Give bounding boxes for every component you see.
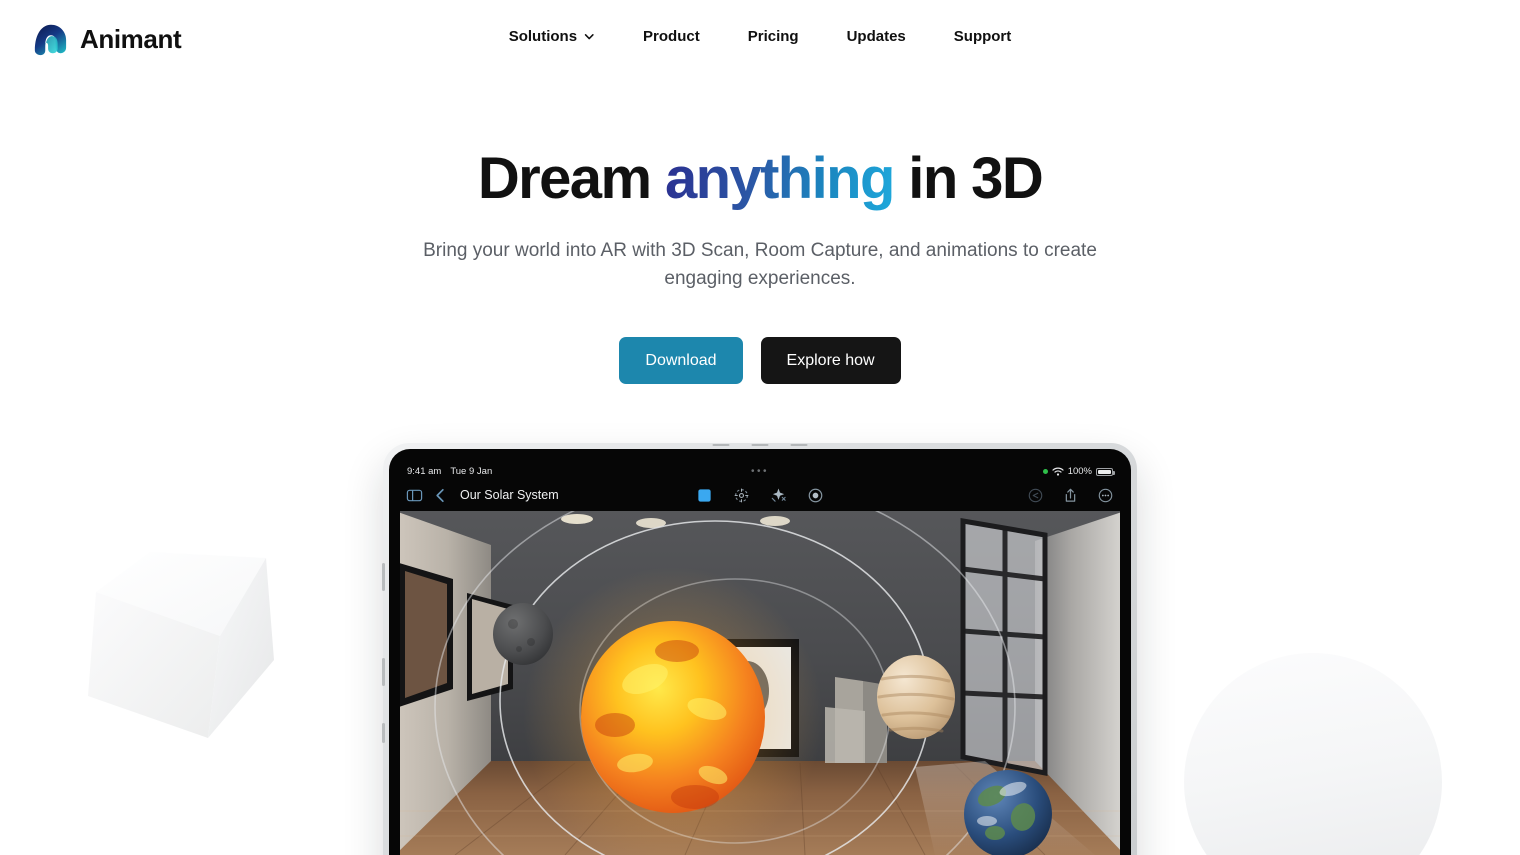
more-options-icon[interactable] bbox=[1097, 487, 1114, 504]
nav-item-support[interactable]: Support bbox=[952, 24, 1014, 49]
landing-page: Animant Solutions Product Pricing Update… bbox=[0, 0, 1520, 855]
record-capture-icon[interactable] bbox=[807, 487, 824, 504]
recording-indicator-icon bbox=[1042, 469, 1048, 474]
main-navigation: Solutions Product Pricing Updates Suppor… bbox=[507, 24, 1014, 49]
device-side-button bbox=[382, 723, 385, 743]
chevron-left-icon[interactable] bbox=[432, 487, 449, 504]
battery-percent: 100% bbox=[1067, 466, 1092, 477]
nav-item-updates[interactable]: Updates bbox=[845, 24, 908, 49]
battery-icon bbox=[1096, 467, 1115, 476]
tablet-device-mockup: 9:41 am Tue 9 Jan ••• 100% Our Solar Sys… bbox=[382, 443, 1137, 855]
ios-status-bar: 9:41 am Tue 9 Jan ••• 100% bbox=[400, 463, 1120, 480]
hero-subtitle: Bring your world into AR with 3D Scan, R… bbox=[423, 239, 1097, 289]
nav-label-product: Product bbox=[643, 28, 700, 45]
ar-scene-viewport[interactable] bbox=[400, 511, 1120, 855]
brand-logo[interactable]: Animant bbox=[30, 21, 182, 57]
headline-part-1: Dream bbox=[477, 146, 665, 211]
tablet-screen: 9:41 am Tue 9 Jan ••• 100% Our Solar Sys… bbox=[389, 449, 1131, 855]
transform-tool-icon[interactable] bbox=[770, 487, 787, 504]
orbit-gizmo-icon[interactable] bbox=[733, 487, 750, 504]
tablet-frame: 9:41 am Tue 9 Jan ••• 100% Our Solar Sys… bbox=[382, 443, 1137, 855]
site-header: Animant Solutions Product Pricing Update… bbox=[0, 0, 1520, 78]
nav-label-support: Support bbox=[953, 28, 1012, 45]
device-volume-button bbox=[382, 563, 385, 591]
nav-label-updates: Updates bbox=[846, 28, 906, 45]
nav-item-solutions[interactable]: Solutions bbox=[507, 24, 597, 49]
undo-history-icon[interactable] bbox=[1027, 487, 1044, 504]
animant-wave-logo-icon bbox=[34, 24, 67, 56]
app-toolbar: Our Solar System bbox=[400, 480, 1120, 510]
headline-part-2: in 3D bbox=[893, 146, 1043, 211]
nav-label-solutions: Solutions bbox=[508, 28, 578, 45]
ar-scene-render bbox=[400, 511, 1120, 855]
wifi-icon bbox=[1052, 467, 1064, 476]
speaker-grille bbox=[712, 444, 808, 446]
nav-label-pricing: Pricing bbox=[747, 28, 799, 45]
sidebar-toggle-icon[interactable] bbox=[406, 487, 423, 504]
headline-highlight: anything bbox=[664, 146, 895, 211]
nav-item-pricing[interactable]: Pricing bbox=[746, 24, 801, 49]
status-date: Tue 9 Jan bbox=[450, 466, 493, 477]
nav-item-product[interactable]: Product bbox=[641, 24, 702, 49]
gray-sphere-shape bbox=[1184, 653, 1442, 855]
brand-name: Animant bbox=[80, 24, 182, 54]
page-title: Dream anything in 3D bbox=[0, 146, 1520, 211]
select-tool-icon[interactable] bbox=[696, 487, 713, 504]
share-icon[interactable] bbox=[1062, 487, 1079, 504]
hero-cta-row: Download Explore how bbox=[0, 336, 1520, 384]
document-title: Our Solar System bbox=[460, 488, 559, 502]
download-button[interactable]: Download bbox=[619, 336, 743, 384]
chevron-down-icon bbox=[585, 34, 595, 40]
hero-section: Dream anything in 3D Bring your world in… bbox=[0, 146, 1520, 384]
status-center-indicator: ••• bbox=[750, 465, 770, 477]
status-time: 9:41 am bbox=[407, 466, 442, 477]
device-power-button bbox=[382, 658, 385, 686]
white-cube-shape bbox=[88, 552, 274, 738]
explore-how-button[interactable]: Explore how bbox=[760, 336, 901, 384]
